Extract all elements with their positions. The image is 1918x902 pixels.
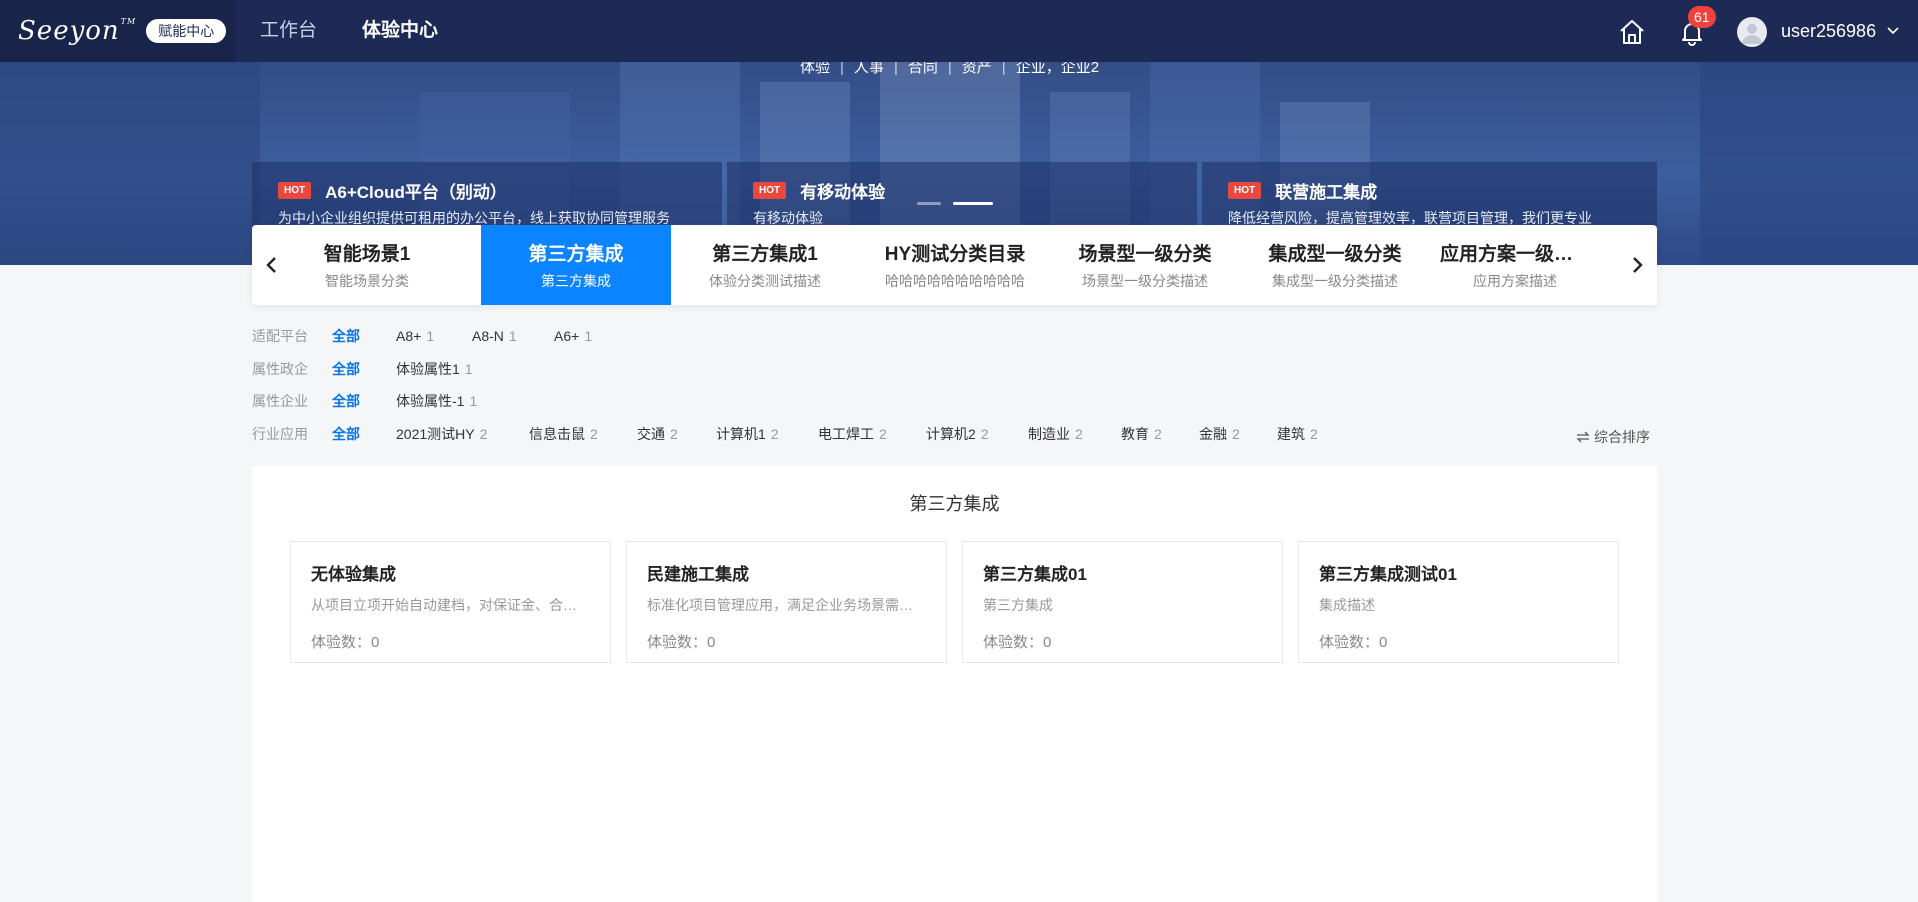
user-avatar-icon: [1742, 24, 1762, 44]
category-tab[interactable]: 应用方案一级分类 应用方案描述: [1440, 225, 1590, 305]
card-count: 体验数：0: [983, 634, 1052, 651]
category-tab[interactable]: 智能场景1 智能场景分类: [292, 225, 442, 305]
category-tab-title: 第三方集成1: [712, 244, 818, 265]
enablement-center-badge[interactable]: 赋能中心: [146, 19, 227, 43]
filter-row-industry: 行业应用 全部 2021测试HY 2 信息击鼠 2 交通 2 计算机1 2 电工焊工 2 …: [252, 422, 1352, 446]
category-tab-title: 应用方案一级分类: [1440, 244, 1590, 265]
category-tab[interactable]: 第三方集成1 体验分类测试描述: [680, 225, 850, 305]
hot-tag: HOT: [753, 181, 787, 199]
category-tab-title: HY测试分类目录: [884, 244, 1026, 265]
banner-tag[interactable]: 体验: [800, 62, 830, 76]
category-tab-active[interactable]: 第三方集成 第三方集成: [481, 225, 671, 305]
filter-label: 行业应用: [252, 426, 308, 442]
sort-icon: [1576, 431, 1590, 443]
hot-tag: HOT: [1228, 181, 1262, 199]
category-tab-subtitle: 体验分类测试描述: [709, 273, 821, 289]
filter-all-option[interactable]: 全部: [332, 324, 360, 348]
card-desc: 标准化项目管理应用，满足企业务场景需求的管理: [647, 597, 926, 613]
filter-option[interactable]: 教育 2: [1121, 422, 1162, 446]
card-desc: 集成描述: [1319, 597, 1375, 613]
category-tab-bar: 智能场景1 智能场景分类 第三方集成 第三方集成 第三方集成1 体验分类测试描述…: [252, 225, 1657, 305]
card-desc: 第三方集成: [983, 597, 1053, 613]
filter-label: 属性企业: [252, 393, 308, 409]
category-tab-title: 集成型一级分类: [1268, 244, 1402, 265]
hot-card-title: A6+Cloud平台（别动）: [325, 182, 507, 202]
user-avatar[interactable]: [1737, 17, 1767, 47]
experience-card[interactable]: 民建施工集成 标准化项目管理应用，满足企业务场景需求的管理 体验数：0: [626, 541, 947, 663]
filter-option[interactable]: 计算机2 2: [926, 422, 989, 446]
username[interactable]: user256986: [1781, 0, 1876, 62]
logo-area[interactable]: SeeyonTM 赋能中心: [0, 0, 236, 62]
filter-option[interactable]: 金融 2: [1199, 422, 1240, 446]
category-tab-subtitle: 哈哈哈哈哈哈哈哈哈哈: [885, 273, 1025, 289]
home-icon[interactable]: [1618, 18, 1646, 46]
carousel-dot-active[interactable]: [953, 202, 993, 205]
filter-row-platform: 适配平台 全部 A8+ 1 A8-N 1 A6+ 1: [252, 324, 852, 348]
banner-tag-list: 体验 | 人事 | 合同 | 资产 | 企业，企业2: [800, 62, 1099, 77]
category-tab-title: 场景型一级分类: [1078, 244, 1212, 265]
card-title: 无体验集成: [311, 565, 396, 584]
category-tab-subtitle: 场景型一级分类描述: [1082, 273, 1208, 289]
chevron-right-icon[interactable]: [1625, 253, 1649, 277]
filter-row-gov-attr: 属性政企 全部 体验属性1 1: [252, 357, 852, 381]
card-title: 民建施工集成: [647, 565, 749, 584]
category-tab[interactable]: 集成型一级分类 集成型一级分类描述: [1250, 225, 1420, 305]
chevron-left-icon[interactable]: [260, 253, 284, 277]
filter-all-option[interactable]: 全部: [332, 422, 360, 446]
filter-option[interactable]: A6+ 1: [554, 324, 592, 348]
experience-card[interactable]: 第三方集成01 第三方集成 体验数：0: [962, 541, 1283, 663]
card-count: 体验数：0: [647, 634, 716, 651]
category-tab-title: 智能场景1: [323, 244, 411, 265]
nav-experience-center[interactable]: 体验中心: [362, 0, 438, 62]
carousel-dot[interactable]: [917, 202, 941, 205]
panel-title: 第三方集成: [909, 494, 1000, 514]
category-tab-title: 第三方集成: [528, 244, 624, 265]
card-count: 体验数：0: [311, 634, 380, 651]
nav-workbench[interactable]: 工作台: [260, 0, 317, 62]
notification-count-badge: 61: [1688, 6, 1716, 28]
experience-panel: 第三方集成 无体验集成 从项目立项开始自动建档，对保证金、合同、成本进行管理 体…: [252, 466, 1657, 902]
carousel-dots: [917, 202, 993, 205]
experience-card[interactable]: 无体验集成 从项目立项开始自动建档，对保证金、合同、成本进行管理 体验数：0: [290, 541, 611, 663]
filter-option[interactable]: 体验属性-1 1: [396, 389, 477, 413]
filter-option[interactable]: A8-N 1: [472, 324, 517, 348]
sort-button[interactable]: 综合排序: [1576, 425, 1650, 449]
filter-option[interactable]: 计算机1 2: [716, 422, 779, 446]
filter-option[interactable]: A8+ 1: [396, 324, 434, 348]
banner-tag[interactable]: 合同: [908, 62, 938, 76]
category-tab[interactable]: HY测试分类目录 哈哈哈哈哈哈哈哈哈哈: [870, 225, 1040, 305]
filter-option[interactable]: 2021测试HY 2: [396, 422, 487, 446]
filter-all-option[interactable]: 全部: [332, 389, 360, 413]
category-tab-subtitle: 应用方案描述: [1473, 273, 1557, 289]
experience-card[interactable]: 第三方集成测试01 集成描述 体验数：0: [1298, 541, 1619, 663]
hot-tag: HOT: [278, 181, 312, 199]
banner-tag[interactable]: 资产: [962, 62, 992, 76]
category-tab-subtitle: 第三方集成: [541, 273, 611, 289]
filter-row-enterprise-attr: 属性企业 全部 体验属性-1 1: [252, 389, 852, 413]
filter-all-option[interactable]: 全部: [332, 357, 360, 381]
filter-label: 适配平台: [252, 328, 308, 344]
banner-tag[interactable]: 企业，企业2: [1016, 62, 1099, 76]
top-navbar: SeeyonTM 赋能中心 工作台 体验中心 61 user256986: [0, 0, 1918, 62]
filter-option[interactable]: 建筑 2: [1277, 422, 1318, 446]
banner-tag[interactable]: 人事: [854, 62, 884, 76]
card-title: 第三方集成测试01: [1319, 565, 1457, 584]
filter-option[interactable]: 制造业 2: [1028, 422, 1083, 446]
seeyon-logo: SeeyonTM: [18, 16, 137, 46]
filter-label: 属性政企: [252, 361, 308, 377]
filter-option[interactable]: 体验属性1 1: [396, 357, 473, 381]
category-tab-subtitle: 集成型一级分类描述: [1272, 273, 1398, 289]
category-tab-subtitle: 智能场景分类: [325, 273, 409, 289]
chevron-down-icon[interactable]: [1886, 25, 1900, 37]
filter-option[interactable]: 交通 2: [637, 422, 678, 446]
category-tab[interactable]: 场景型一级分类 场景型一级分类描述: [1060, 225, 1230, 305]
card-title: 第三方集成01: [983, 565, 1087, 584]
filter-option[interactable]: 信息击鼠 2: [529, 422, 598, 446]
hot-card-title: 联营施工集成: [1275, 182, 1378, 202]
hot-card-title: 有移动体验: [800, 182, 886, 202]
card-count: 体验数：0: [1319, 634, 1388, 651]
filter-option[interactable]: 电工焊工 2: [818, 422, 887, 446]
card-desc: 从项目立项开始自动建档，对保证金、合同、成本进行管理: [311, 597, 590, 613]
